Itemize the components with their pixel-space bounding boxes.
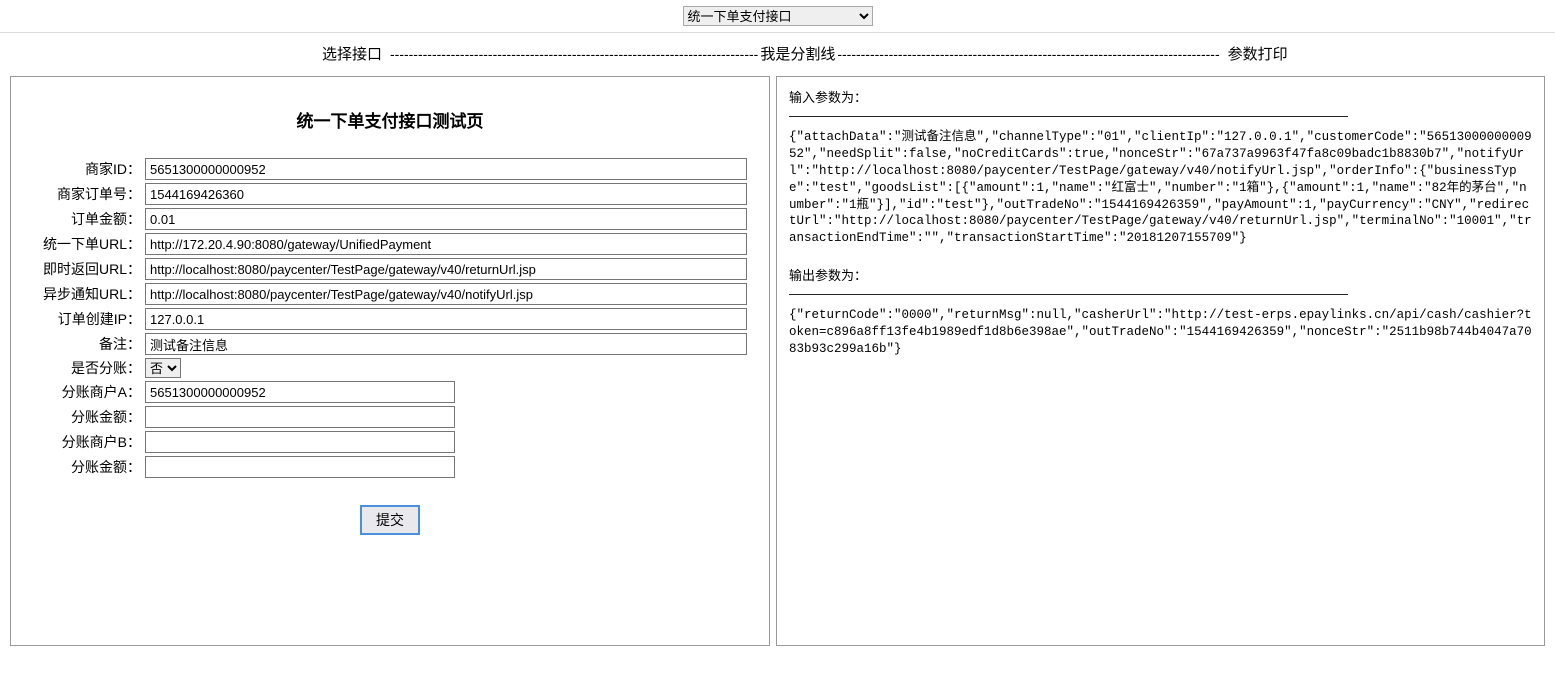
input-split-merchant-a[interactable] <box>145 381 455 403</box>
output-params-title: 输出参数为： <box>789 265 1532 284</box>
section-header: 选择接口 -----------------------------------… <box>0 33 1555 76</box>
divider-dashes: ————————————————————————————————————————… <box>789 286 1532 301</box>
label-split-merchant-b: 分账商户B： <box>21 432 145 452</box>
input-split-amount-b[interactable] <box>145 456 455 478</box>
label-merchant-id: 商家ID： <box>21 159 145 179</box>
output-params-body: {"returnCode":"0000","returnMsg":null,"c… <box>789 307 1532 358</box>
input-params-title: 输入参数为： <box>789 87 1532 106</box>
input-client-ip[interactable] <box>145 308 747 330</box>
form-panel: 统一下单支付接口测试页 商家ID： 商家订单号： 订单金额： 统一下单URL： … <box>10 76 770 646</box>
select-need-split[interactable]: 否 <box>145 358 181 378</box>
input-order-no[interactable] <box>145 183 747 205</box>
input-remark[interactable] <box>145 333 747 355</box>
input-return-url[interactable] <box>145 258 747 280</box>
label-client-ip: 订单创建IP： <box>21 309 145 329</box>
input-merchant-id[interactable] <box>145 158 747 180</box>
label-notify-url: 异步通知URL： <box>21 284 145 304</box>
output-panel: 输入参数为： —————————————————————————————————… <box>776 76 1545 646</box>
header-mid-label: 我是分割线 <box>758 43 837 64</box>
label-split-amount-a: 分账金额： <box>21 407 145 427</box>
header-left-label: 选择接口 <box>0 43 390 64</box>
input-unified-url[interactable] <box>145 233 747 255</box>
input-notify-url[interactable] <box>145 283 747 305</box>
input-params-body: {"attachData":"测试备注信息","channelType":"01… <box>789 129 1532 247</box>
label-order-no: 商家订单号： <box>21 184 145 204</box>
label-unified-url: 统一下单URL： <box>21 234 145 254</box>
label-amount: 订单金额： <box>21 209 145 229</box>
header-dashes-right: ----------------------------------------… <box>837 46 1219 62</box>
label-split-amount-b: 分账金额： <box>21 457 145 477</box>
label-remark: 备注： <box>21 334 145 354</box>
top-select-row: 统一下单支付接口 <box>0 0 1555 33</box>
label-split-merchant-a: 分账商户A： <box>21 382 145 402</box>
label-need-split: 是否分账： <box>21 358 145 378</box>
divider-dashes: ————————————————————————————————————————… <box>789 108 1532 123</box>
header-right-label: 参数打印 <box>1220 43 1288 64</box>
page-title: 统一下单支付接口测试页 <box>21 87 759 158</box>
label-return-url: 即时返回URL： <box>21 259 145 279</box>
input-split-merchant-b[interactable] <box>145 431 455 453</box>
submit-button[interactable]: 提交 <box>361 506 419 534</box>
input-split-amount-a[interactable] <box>145 406 455 428</box>
interface-select[interactable]: 统一下单支付接口 <box>683 6 873 26</box>
input-amount[interactable] <box>145 208 747 230</box>
header-dashes-left: ----------------------------------------… <box>390 46 758 62</box>
